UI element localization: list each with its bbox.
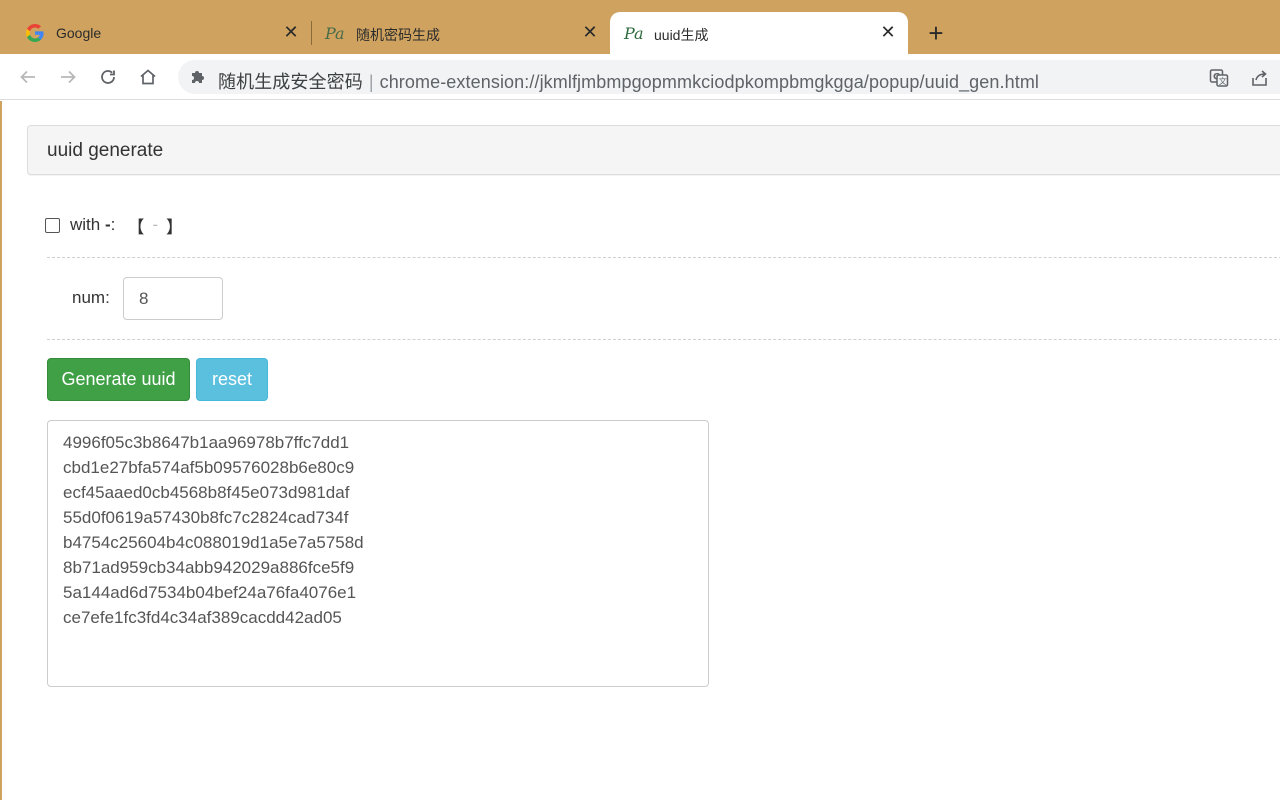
pa-logo-icon: Pa — [623, 22, 645, 44]
forward-button[interactable] — [54, 63, 82, 91]
divider — [47, 339, 1280, 340]
tab-title: 随机密码生成 — [356, 27, 440, 43]
uuid-line: 5a144ad6d7534b04bef24a76fa4076e1 — [63, 583, 357, 602]
svg-text:文: 文 — [1219, 76, 1227, 86]
reload-button[interactable] — [94, 63, 122, 91]
tab-strip: Google ✕ Pa 随机密码生成 ✕ Pa uuid生成 ✕ + — [0, 0, 1280, 54]
tab-title: Google — [56, 25, 102, 41]
with-text: with — [70, 215, 101, 234]
bracket-close: 】 — [166, 217, 184, 237]
share-icon[interactable] — [1249, 67, 1271, 89]
page-content: uuid generate with -: 【 - 】 num: Generat… — [0, 101, 1280, 800]
with-dash-checkbox[interactable] — [45, 217, 60, 233]
uuid-line: 8b71ad959cb34abb942029a886fce5f9 — [63, 558, 355, 577]
arrow-right-icon — [61, 70, 76, 84]
svg-text:Pa: Pa — [324, 24, 345, 43]
arrow-left-icon — [20, 70, 35, 84]
reload-icon — [101, 70, 115, 84]
with-dash-label[interactable]: with -: — [70, 215, 115, 235]
bracket-open: 【 — [127, 217, 145, 237]
uuid-line: ecf45aaed0cb4568b8f45e073d981daf — [63, 483, 350, 502]
uuid-line: 55d0f0619a57430b8fc7c2824cad734f — [63, 508, 349, 527]
close-tab-icon[interactable]: ✕ — [877, 21, 899, 43]
tab-uuid-generator[interactable]: Pa uuid生成 ✕ — [610, 12, 908, 54]
close-tab-icon[interactable]: ✕ — [579, 21, 601, 43]
translate-icon[interactable]: G文 — [1208, 67, 1230, 89]
reset-button[interactable]: reset — [196, 358, 268, 401]
close-tab-icon[interactable]: ✕ — [280, 21, 302, 43]
page-title: uuid generate — [47, 140, 164, 161]
num-input[interactable] — [123, 277, 223, 320]
dash-hint: - — [152, 215, 159, 234]
url-text: chrome-extension://jkmlfjmbmpgopmmkciodp… — [379, 72, 1040, 92]
tab-title: uuid生成 — [654, 27, 709, 43]
google-icon — [24, 22, 46, 44]
svg-text:Pa: Pa — [623, 24, 644, 43]
uuid-line: b4754c25604b4c088019d1a5e7a5758d — [63, 533, 364, 552]
address-bar[interactable]: 随机生成安全密码 | chrome-extension://jkmlfjmbmpgo… — [178, 60, 1280, 94]
tab-password-generator[interactable]: Pa 随机密码生成 ✕ — [324, 12, 604, 54]
back-button[interactable] — [14, 63, 42, 91]
address-text: 随机生成安全密码 | chrome-extension://jkmlfjmbmpgo… — [218, 68, 1039, 94]
panel-heading: uuid generate — [27, 125, 1280, 175]
num-label: num: — [72, 288, 110, 307]
colon-text: : — [110, 215, 116, 234]
address-separator: | — [368, 72, 374, 92]
tab-separator — [311, 21, 312, 45]
pa-logo-icon: Pa — [324, 22, 346, 44]
generate-uuid-button[interactable]: Generate uuid — [47, 358, 190, 401]
home-button[interactable] — [134, 63, 162, 91]
tab-google[interactable]: Google ✕ — [24, 12, 310, 54]
uuid-line: 4996f05c3b8647b1aa96978b7ffc7dd1 — [63, 433, 350, 452]
puzzle-icon — [188, 67, 208, 87]
home-icon — [140, 69, 156, 85]
divider — [47, 257, 1280, 258]
uuid-line: ce7efe1fc3fd4c34af389cacdd42ad05 — [63, 608, 342, 627]
with-dash-option: with -: 【 - 】 — [45, 213, 183, 237]
site-name: 随机生成安全密码 — [218, 72, 363, 92]
uuid-output-textarea[interactable]: 4996f05c3b8647b1aa96978b7ffc7dd1 cbd1e27… — [47, 420, 709, 687]
new-tab-button[interactable]: + — [922, 18, 950, 48]
uuid-line: cbd1e27bfa574af5b09576028b6e80c9 — [63, 458, 355, 477]
browser-toolbar: 随机生成安全密码 | chrome-extension://jkmlfjmbmpgo… — [0, 54, 1280, 100]
